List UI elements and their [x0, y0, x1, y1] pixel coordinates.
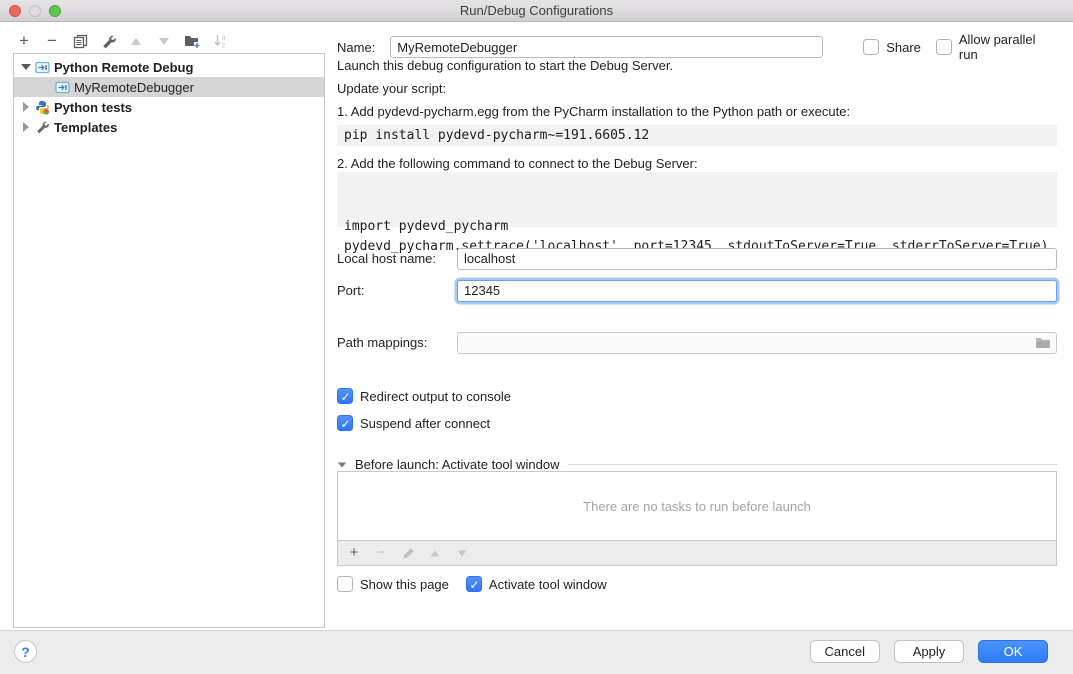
svg-text:a: a	[221, 34, 225, 42]
section-divider	[568, 464, 1057, 465]
show-this-page-checkbox[interactable]	[337, 576, 353, 592]
name-label: Name:	[337, 40, 375, 55]
tree-item-python-tests[interactable]: Python tests	[14, 97, 324, 117]
help-button[interactable]: ?	[14, 640, 37, 663]
collapse-icon[interactable]	[338, 462, 347, 467]
port-label: Port:	[337, 283, 364, 298]
tree-item-label: Templates	[54, 120, 117, 135]
update-script-text: Update your script:	[337, 81, 1057, 96]
show-this-page-label: Show this page	[360, 577, 449, 592]
step2-text: 2. Add the following command to connect …	[337, 156, 1057, 171]
pip-install-code: pip install pydevd-pycharm~=191.6605.12	[337, 125, 1057, 146]
remote-debug-config-icon	[34, 60, 50, 74]
remove-icon[interactable]: −	[44, 33, 60, 49]
new-folder-icon[interactable]	[184, 33, 200, 49]
ok-button[interactable]: OK	[978, 640, 1048, 663]
configurations-toolbar: + − az	[16, 31, 228, 51]
run-debug-configurations-dialog: Run/Debug Configurations + − az Python R…	[0, 0, 1073, 674]
path-mappings-field[interactable]	[457, 332, 1057, 354]
path-mappings-row: Path mappings:	[337, 335, 1057, 350]
edit-task-icon[interactable]	[401, 546, 415, 560]
tree-item-label: Python Remote Debug	[54, 60, 193, 75]
close-window-button[interactable]	[9, 5, 21, 17]
name-input[interactable]	[390, 36, 823, 58]
tree-item-myremotedebugger[interactable]: MyRemoteDebugger	[14, 77, 324, 97]
wrench-icon	[34, 120, 50, 134]
before-launch-task-list[interactable]: There are no tasks to run before launch	[337, 471, 1057, 541]
svg-text:z: z	[221, 42, 225, 50]
share-checkbox-group[interactable]: Share	[863, 39, 921, 55]
remove-task-icon[interactable]: −	[374, 546, 388, 560]
move-task-up-icon[interactable]	[428, 546, 442, 560]
tree-item-templates[interactable]: Templates	[14, 117, 324, 137]
tree-item-python-remote-debug[interactable]: Python Remote Debug	[14, 57, 324, 77]
move-up-icon[interactable]	[128, 33, 144, 49]
local-host-input[interactable]	[457, 248, 1057, 270]
step1-text: 1. Add pydevd-pycharm.egg from the PyCha…	[337, 104, 1057, 119]
chevron-right-icon[interactable]	[21, 102, 31, 112]
before-launch-label: Before launch: Activate tool window	[355, 457, 560, 472]
tree-item-label: Python tests	[54, 100, 132, 115]
configurations-tree: Python Remote Debug MyRemoteDebugger Pyt…	[13, 53, 325, 628]
path-mappings-label: Path mappings:	[337, 335, 427, 350]
redirect-output-row[interactable]: Redirect output to console	[337, 388, 1057, 404]
allow-parallel-run-checkbox[interactable]	[936, 39, 952, 55]
dialog-footer: ? Cancel Apply OK	[0, 630, 1073, 674]
python-tests-icon	[34, 100, 50, 114]
minimize-window-button[interactable]	[29, 5, 41, 17]
port-row: Port:	[337, 283, 1057, 298]
title-bar: Run/Debug Configurations	[0, 0, 1073, 22]
sort-alphabetically-icon[interactable]: az	[212, 33, 228, 49]
copy-icon[interactable]	[72, 33, 88, 49]
page-options-row: Show this page Activate tool window	[337, 576, 1057, 592]
local-host-row: Local host name:	[337, 251, 1057, 266]
activate-tool-window-checkbox[interactable]	[466, 576, 482, 592]
redirect-output-checkbox[interactable]	[337, 388, 353, 404]
suspend-row[interactable]: Suspend after connect	[337, 415, 1057, 431]
tree-item-label: MyRemoteDebugger	[74, 80, 194, 95]
move-task-down-icon[interactable]	[455, 546, 469, 560]
move-down-icon[interactable]	[156, 33, 172, 49]
configuration-form: Name: Share Allow parallel run Launch th…	[337, 22, 1057, 630]
settrace-code: import pydevd_pycharmpydevd_pycharm.sett…	[337, 172, 1057, 227]
task-list-toolbar: + −	[337, 541, 1057, 566]
chevron-down-icon[interactable]	[21, 64, 31, 70]
suspend-label: Suspend after connect	[360, 416, 490, 431]
chevron-right-icon[interactable]	[21, 122, 31, 132]
window-title: Run/Debug Configurations	[460, 3, 613, 18]
before-launch-header[interactable]: Before launch: Activate tool window	[337, 457, 1057, 472]
share-checkbox[interactable]	[863, 39, 879, 55]
folder-icon[interactable]	[1035, 337, 1051, 349]
question-mark-icon: ?	[21, 644, 30, 660]
add-icon[interactable]: +	[16, 33, 32, 49]
suspend-checkbox[interactable]	[337, 415, 353, 431]
remote-debug-config-icon	[54, 80, 70, 94]
no-tasks-text: There are no tasks to run before launch	[583, 499, 811, 514]
local-host-label: Local host name:	[337, 251, 436, 266]
redirect-output-label: Redirect output to console	[360, 389, 511, 404]
cancel-button[interactable]: Cancel	[810, 640, 880, 663]
share-label: Share	[886, 40, 921, 55]
edit-icon[interactable]	[100, 33, 116, 49]
port-input[interactable]	[457, 280, 1057, 302]
intro-text: Launch this debug configuration to start…	[337, 58, 1057, 73]
apply-button[interactable]: Apply	[894, 640, 964, 663]
add-task-icon[interactable]: +	[347, 546, 361, 560]
activate-tool-window-label: Activate tool window	[489, 577, 607, 592]
zoom-window-button[interactable]	[49, 5, 61, 17]
